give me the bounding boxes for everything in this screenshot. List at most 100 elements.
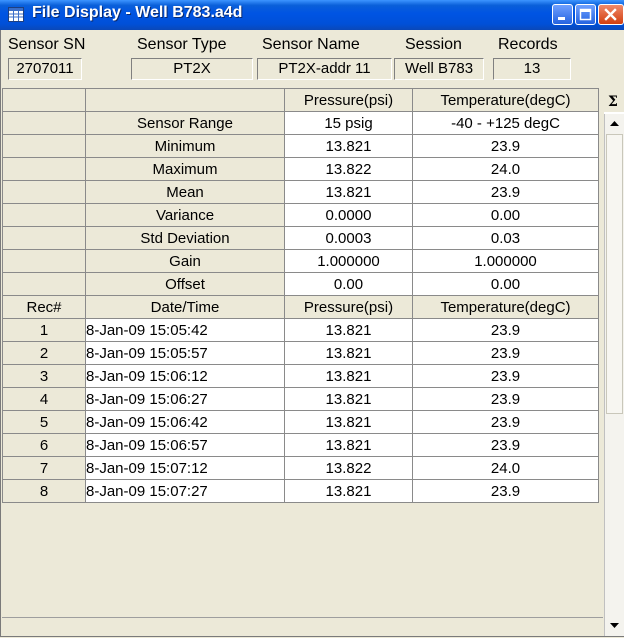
sigma-statistics-icon[interactable]: Σ xyxy=(608,94,618,110)
table-row[interactable]: 2 8-Jan-09 15:05:57 13.821 23.9 xyxy=(2,341,599,365)
stat-label: Sensor Range xyxy=(85,111,285,135)
pressure-cell[interactable]: 13.822 xyxy=(284,157,413,181)
stat-label: Maximum xyxy=(85,157,285,181)
datetime-cell[interactable]: 8-Jan-09 15:06:27 xyxy=(85,387,285,411)
pressure-cell[interactable]: 0.00 xyxy=(284,272,413,296)
temperature-cell[interactable]: 23.9 xyxy=(412,433,599,457)
row-header-cell xyxy=(2,180,86,204)
title-bar[interactable]: File Display - Well B783.a4d xyxy=(0,0,624,30)
stat-label: Mean xyxy=(85,180,285,204)
datetime-header[interactable]: Date/Time xyxy=(85,295,285,319)
scroll-down-button[interactable] xyxy=(605,617,624,634)
vertical-scrollbar[interactable] xyxy=(604,114,624,636)
stat-label: Std Deviation xyxy=(85,226,285,250)
stat-row-offset: Offset 0.00 0.00 xyxy=(2,272,599,296)
pressure-header[interactable]: Pressure(psi) xyxy=(284,295,413,319)
pressure-cell[interactable]: 13.821 xyxy=(284,341,413,365)
temperature-cell[interactable]: 23.9 xyxy=(412,318,599,342)
rec-number[interactable]: 4 xyxy=(2,387,86,411)
stat-row-std-deviation: Std Deviation 0.0003 0.03 xyxy=(2,226,599,250)
rec-number[interactable]: 1 xyxy=(2,318,86,342)
table-row[interactable]: 8 8-Jan-09 15:07:27 13.821 23.9 xyxy=(2,479,599,503)
rec-number[interactable]: 8 xyxy=(2,479,86,503)
minimize-icon xyxy=(558,17,565,20)
datetime-cell[interactable]: 8-Jan-09 15:07:27 xyxy=(85,479,285,503)
corner-cell xyxy=(2,88,86,112)
window-border-left xyxy=(0,30,1,637)
rec-number[interactable]: 3 xyxy=(2,364,86,388)
temperature-cell[interactable]: 24.0 xyxy=(412,157,599,181)
pressure-cell[interactable]: 13.821 xyxy=(284,387,413,411)
temperature-cell[interactable]: 23.9 xyxy=(412,364,599,388)
stat-row-maximum: Maximum 13.822 24.0 xyxy=(2,157,599,181)
pressure-cell[interactable]: 13.821 xyxy=(284,433,413,457)
pressure-cell[interactable]: 13.821 xyxy=(284,318,413,342)
table-row[interactable]: 5 8-Jan-09 15:06:42 13.821 23.9 xyxy=(2,410,599,434)
rec-number-header[interactable]: Rec# xyxy=(2,295,86,319)
table-row[interactable]: 4 8-Jan-09 15:06:27 13.821 23.9 xyxy=(2,387,599,411)
data-table: Pressure(psi) Temperature(degC) Sensor R… xyxy=(2,88,599,503)
pressure-cell[interactable]: 0.0003 xyxy=(284,226,413,250)
rec-number[interactable]: 5 xyxy=(2,410,86,434)
temperature-cell[interactable]: 0.00 xyxy=(412,203,599,227)
datetime-cell[interactable]: 8-Jan-09 15:07:12 xyxy=(85,456,285,480)
records-label: Records xyxy=(498,36,558,53)
column-header-row: Pressure(psi) Temperature(degC) xyxy=(2,88,599,112)
pressure-cell[interactable]: 15 psig xyxy=(284,111,413,135)
temperature-cell[interactable]: 23.9 xyxy=(412,134,599,158)
temperature-cell[interactable]: 23.9 xyxy=(412,387,599,411)
pressure-cell[interactable]: 1.000000 xyxy=(284,249,413,273)
temperature-cell[interactable]: 23.9 xyxy=(412,479,599,503)
temperature-cell[interactable]: 23.9 xyxy=(412,410,599,434)
datetime-cell[interactable]: 8-Jan-09 15:06:57 xyxy=(85,433,285,457)
pressure-cell[interactable]: 13.822 xyxy=(284,456,413,480)
stat-label: Offset xyxy=(85,272,285,296)
horizontal-scrollbar[interactable] xyxy=(2,617,603,636)
pressure-cell[interactable]: 13.821 xyxy=(284,134,413,158)
temperature-cell[interactable]: 23.9 xyxy=(412,180,599,204)
window-title: File Display - Well B783.a4d xyxy=(32,4,243,21)
rec-number[interactable]: 2 xyxy=(2,341,86,365)
rec-number[interactable]: 6 xyxy=(2,433,86,457)
datetime-cell[interactable]: 8-Jan-09 15:06:42 xyxy=(85,410,285,434)
stat-row-sensor-range: Sensor Range 15 psig -40 - +125 degC xyxy=(2,111,599,135)
rec-number[interactable]: 7 xyxy=(2,456,86,480)
maximize-button[interactable] xyxy=(575,4,596,25)
table-row[interactable]: 6 8-Jan-09 15:06:57 13.821 23.9 xyxy=(2,433,599,457)
grid-window-icon[interactable] xyxy=(8,7,24,22)
temperature-cell[interactable]: 1.000000 xyxy=(412,249,599,273)
temperature-header[interactable]: Temperature(degC) xyxy=(412,295,599,319)
pressure-cell[interactable]: 0.0000 xyxy=(284,203,413,227)
datetime-cell[interactable]: 8-Jan-09 15:06:12 xyxy=(85,364,285,388)
table-row[interactable]: 1 8-Jan-09 15:05:42 13.821 23.9 xyxy=(2,318,599,342)
scroll-down-arrow-icon xyxy=(610,623,619,628)
record-header-row: Rec# Date/Time Pressure(psi) Temperature… xyxy=(2,295,599,319)
table-row[interactable]: 3 8-Jan-09 15:06:12 13.821 23.9 xyxy=(2,364,599,388)
temperature-cell[interactable]: -40 - +125 degC xyxy=(412,111,599,135)
stat-row-minimum: Minimum 13.821 23.9 xyxy=(2,134,599,158)
temperature-cell[interactable]: 24.0 xyxy=(412,456,599,480)
close-button[interactable] xyxy=(598,4,624,25)
stat-row-gain: Gain 1.000000 1.000000 xyxy=(2,249,599,273)
datetime-cell[interactable]: 8-Jan-09 15:05:42 xyxy=(85,318,285,342)
temperature-cell[interactable]: 23.9 xyxy=(412,341,599,365)
pressure-cell[interactable]: 13.821 xyxy=(284,410,413,434)
temperature-cell[interactable]: 0.00 xyxy=(412,272,599,296)
row-header-cell xyxy=(2,272,86,296)
scrollbar-thumb[interactable] xyxy=(606,134,623,414)
table-row[interactable]: 7 8-Jan-09 15:07:12 13.822 24.0 xyxy=(2,456,599,480)
pressure-cell[interactable]: 13.821 xyxy=(284,479,413,503)
pressure-cell[interactable]: 13.821 xyxy=(284,180,413,204)
minimize-button[interactable] xyxy=(552,4,573,25)
datetime-cell[interactable]: 8-Jan-09 15:05:57 xyxy=(85,341,285,365)
data-grid[interactable]: Pressure(psi) Temperature(degC) Sensor R… xyxy=(2,88,603,616)
sensor-sn-label: Sensor SN xyxy=(8,36,86,53)
scroll-up-button[interactable] xyxy=(605,115,624,132)
stat-row-variance: Variance 0.0000 0.00 xyxy=(2,203,599,227)
pressure-cell[interactable]: 13.821 xyxy=(284,364,413,388)
session-label: Session xyxy=(405,36,462,53)
temperature-cell[interactable]: 0.03 xyxy=(412,226,599,250)
pressure-column-header[interactable]: Pressure(psi) xyxy=(284,88,413,112)
temperature-column-header[interactable]: Temperature(degC) xyxy=(412,88,599,112)
sensor-name-field: PT2X-addr 11 xyxy=(257,58,392,80)
